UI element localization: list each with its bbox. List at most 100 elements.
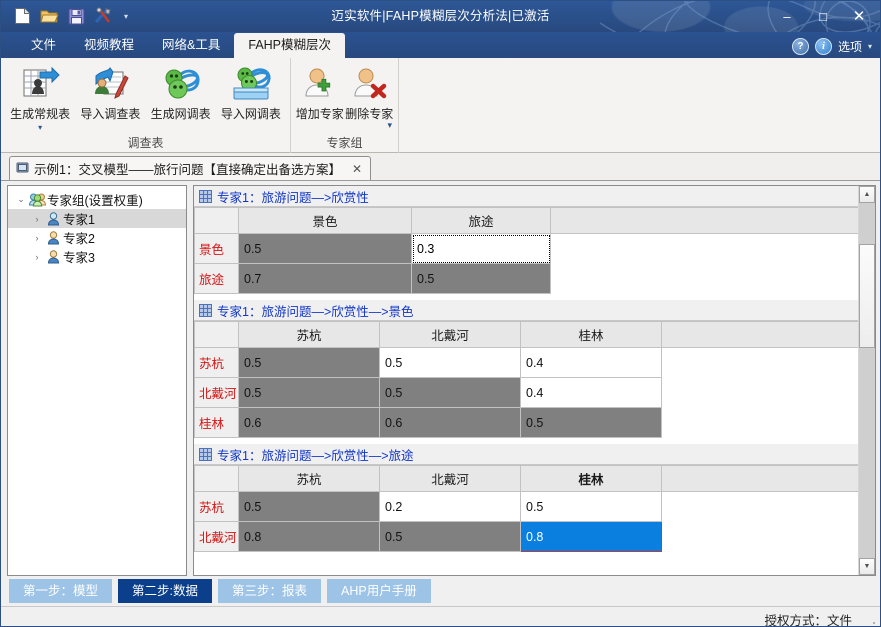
step-tab-4[interactable]: AHP用户手册 [327,579,431,603]
matrix-row-header[interactable]: 北戴河 [194,377,239,408]
delete-expert-icon [349,64,389,104]
matrix-cell[interactable]: 0.5 [238,347,380,378]
comparison-matrix-table[interactable]: 苏杭 北戴河 桂林 苏杭 0.5 0.5 0.4 北戴河 0.5 0.5 0.4 桂林 0.6 0.6 0.… [194,321,858,438]
matrix-cell[interactable]: 0.5 [520,491,662,522]
import-survey-table-button[interactable]: 导入调查表 [75,61,145,122]
matrix-cell[interactable]: 0.6 [379,407,521,438]
save-icon[interactable] [65,5,87,27]
expert-tree-panel[interactable]: ⌄ 专家组(设置权重) › 专家1 › 专家2 › 专家3 [7,185,187,576]
matrix-row: 北戴河 0.5 0.5 0.4 [194,377,858,408]
matrix-column-header[interactable]: 旅途 [411,207,551,234]
matrix-row-filler [661,521,858,552]
generate-web-survey-button[interactable]: 生成网调表 [146,61,216,122]
delete-expert-button[interactable]: 删除专家 [345,61,395,122]
options-chevron-down-icon[interactable]: ▾ [868,42,872,51]
tree-node-expert-3[interactable]: › 专家3 [8,247,186,266]
ribbon-expand-chevron-icon[interactable]: ▾ [387,120,392,131]
tree-node-experts-group[interactable]: ⌄ 专家组(设置权重) [8,190,186,209]
close-button[interactable]: ✕ [842,3,876,29]
minimize-button[interactable]: – [770,3,804,29]
generate-standard-table-button[interactable]: 生成常规表 ▾ [5,61,75,132]
chevron-down-icon[interactable]: ▾ [38,124,42,132]
ribbon-tab-fahp[interactable]: FAHP模糊层次 [234,33,346,58]
matrix-row-header[interactable]: 苏杭 [194,491,239,522]
matrix-cell[interactable]: 0.5 [379,347,521,378]
matrix-column-header[interactable]: 景色 [238,207,412,234]
ribbon-tab-strip: 文件 视频教程 网络&工具 FAHP模糊层次 ? i 选项 ▾ [1,32,880,58]
open-folder-icon[interactable] [38,5,60,27]
help-icon[interactable]: ? [791,38,809,55]
new-document-icon[interactable] [11,5,33,27]
chevron-down-icon[interactable]: ⌄ [14,194,28,205]
matrix-row-header[interactable]: 苏杭 [194,347,239,378]
matrix-cell[interactable]: 0.3 [411,233,551,264]
matrix-cell[interactable]: 0.7 [238,263,412,294]
tree-node-expert-1[interactable]: › 专家1 [8,209,186,228]
options-button[interactable]: 选项 [838,38,862,55]
scrollbar-thumb[interactable] [859,244,875,348]
expert-icon [44,230,63,245]
tree-node-expert-2[interactable]: › 专家2 [8,228,186,247]
comparison-matrix-table[interactable]: 景色 旅途 景色 0.5 0.3 旅途 0.7 0.5 [194,207,858,294]
matrix-cell[interactable]: 0.5 [411,263,551,294]
matrix-cell[interactable]: 0.4 [520,377,662,408]
scroll-up-button[interactable]: ▲ [859,186,875,203]
matrix-column-header[interactable]: 北戴河 [379,465,521,492]
matrix-row-header[interactable]: 北戴河 [194,521,239,552]
matrix-cell[interactable]: 0.8 [520,521,662,552]
ribbon-tab-video-tutorial[interactable]: 视频教程 [70,33,148,58]
matrix-column-header[interactable]: 苏杭 [238,321,380,348]
import-web-survey-icon [231,64,271,104]
matrix-column-header[interactable]: 桂林 [520,321,662,348]
matrix-cell[interactable]: 0.5 [238,491,380,522]
add-expert-button[interactable]: 增加专家 [295,61,345,122]
matrix-cell[interactable]: 0.5 [379,377,521,408]
matrix-header-filler [661,465,858,492]
matrix-cell[interactable]: 0.4 [520,347,662,378]
matrix-block: 专家1：旅游问题—>欣赏性 景色 旅途 景色 0.5 0.3 旅途 0.7 0.5 [194,186,858,294]
matrix-cell[interactable]: 0.8 [238,521,380,552]
matrix-column-header[interactable]: 北戴河 [379,321,521,348]
step-tab-3[interactable]: 第三步：报表 [218,579,322,603]
step-tab-2[interactable]: 第二步:数据 [118,579,212,603]
matrix-corner-cell [194,207,239,234]
matrix-corner-cell [194,321,239,348]
document-tab[interactable]: 示例1：交叉模型——旅行问题【直接确定出备选方案】 ✕ [9,156,372,180]
vertical-scrollbar[interactable]: ▲ ▼ [858,186,875,575]
step-tab-bar: 第一步：模型 第二步:数据 第三步：报表 AHP用户手册 [1,576,880,606]
info-icon[interactable]: i [814,38,832,55]
matrix-header-filler [550,207,858,234]
comparison-matrix-table[interactable]: 苏杭 北戴河 桂林 苏杭 0.5 0.2 0.5 北戴河 0.8 0.5 0.8 [194,465,858,552]
chevron-right-icon[interactable]: › [30,252,44,262]
matrix-cell[interactable]: 0.6 [238,407,380,438]
expert-icon [44,249,63,264]
matrix-scroll-area: 专家1：旅游问题—>欣赏性 景色 旅途 景色 0.5 0.3 旅途 0.7 0.5 专家1：旅游问… [194,186,858,575]
generate-web-survey-icon [161,64,201,104]
ribbon-tab-network-tools[interactable]: 网络&工具 [148,33,234,58]
matrix-caption: 专家1：旅游问题—>欣赏性—>景色 [194,300,858,321]
matrix-cell[interactable]: 0.5 [520,407,662,438]
tools-icon[interactable] [92,5,114,27]
matrix-cell[interactable]: 0.5 [238,377,380,408]
matrix-row-header[interactable]: 桂林 [194,407,239,438]
scroll-down-button[interactable]: ▼ [859,558,875,575]
ribbon-tab-file[interactable]: 文件 [17,33,70,58]
tree-node-label: 专家组(设置权重) [47,194,143,208]
experts-group-icon [28,193,47,207]
quick-access-more-icon[interactable]: ▾ [119,5,133,27]
matrix-row-header[interactable]: 旅途 [194,263,239,294]
matrix-column-header[interactable]: 苏杭 [238,465,380,492]
step-tab-1[interactable]: 第一步：模型 [9,579,113,603]
matrix-column-header[interactable]: 桂林 [520,465,662,492]
resize-grip-icon[interactable] [864,621,876,626]
import-web-survey-button[interactable]: 导入网调表 [216,61,286,122]
chevron-right-icon[interactable]: › [30,233,44,243]
matrix-cell[interactable]: 0.5 [238,233,412,264]
matrix-row-header[interactable]: 景色 [194,233,239,264]
matrix-cell[interactable]: 0.5 [379,521,521,552]
maximize-button[interactable]: □ [806,3,840,29]
tree-node-label: 专家2 [63,232,95,246]
chevron-right-icon[interactable]: › [30,214,44,224]
document-tab-close-icon[interactable]: ✕ [352,162,362,176]
matrix-cell[interactable]: 0.2 [379,491,521,522]
